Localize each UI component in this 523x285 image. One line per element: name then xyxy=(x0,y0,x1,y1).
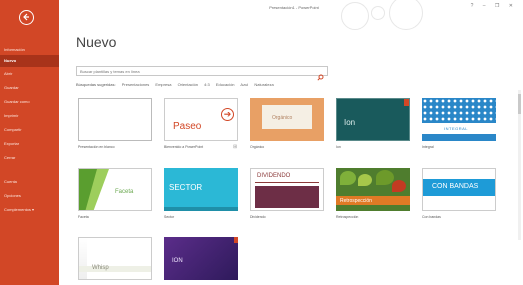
template-dividendo[interactable]: DIVIDENDO xyxy=(250,168,324,211)
template-preview-text: Whisp xyxy=(92,265,109,271)
template-caption: Ion xyxy=(336,145,341,149)
sidebar-item-cuenta[interactable]: Cuenta xyxy=(0,176,59,188)
template-caption: Sector xyxy=(164,215,175,219)
sidebar-item-guardar[interactable]: Guardar xyxy=(0,82,59,94)
suggested-searches-label: Búsquedas sugeridas: xyxy=(76,82,116,87)
sidebar-item-abrir[interactable]: Abrir xyxy=(0,68,59,80)
search-input[interactable] xyxy=(80,68,310,75)
template-blank-presentation[interactable] xyxy=(78,98,152,141)
template-caption: Retrospección xyxy=(336,215,359,219)
suggestion-link[interactable]: Educación xyxy=(216,82,235,87)
accent-strip xyxy=(234,237,238,243)
template-preview-text: Retrospección xyxy=(340,198,372,204)
template-caption: Faceta xyxy=(78,215,89,219)
template-preview-text: SECTOR xyxy=(169,183,203,192)
template-caption: Orgánico xyxy=(250,145,265,149)
template-preview-text: ION xyxy=(172,258,183,264)
arrow-circle-icon: ➔ xyxy=(221,108,234,121)
template-whisp[interactable]: Whisp xyxy=(78,237,152,280)
template-integral[interactable]: INTEGRAL xyxy=(422,98,496,141)
sidebar-item-cerrar[interactable]: Cerrar xyxy=(0,152,59,164)
window-title: Presentación1 - PowerPoint xyxy=(269,5,319,10)
sidebar-item-compartir[interactable]: Compartir xyxy=(0,124,59,136)
template-retrospeccion[interactable]: Retrospección xyxy=(336,168,410,211)
backstage-sidebar: Información Nuevo Abrir Guardar Guardar … xyxy=(0,0,59,285)
title-bar: Presentación1 - PowerPoint ? – ❐ ✕ xyxy=(59,0,523,30)
bottom-stripe xyxy=(164,207,238,211)
search-box[interactable] xyxy=(76,66,328,81)
sidebar-item-imprimir[interactable]: Imprimir xyxy=(0,110,59,122)
suggestion-link[interactable]: 4:3 xyxy=(204,82,210,87)
accent-strip xyxy=(404,99,409,106)
suggestion-link[interactable]: Orientación xyxy=(178,82,198,87)
template-ion-boardroom[interactable]: ION xyxy=(164,237,238,280)
template-preview-text: Faceta xyxy=(115,189,134,195)
leaf-shape xyxy=(340,171,356,185)
suggested-searches: Búsquedas sugeridas: Presentaciones Empr… xyxy=(76,82,279,87)
template-preview-text: Paseo xyxy=(173,121,202,132)
template-paseo[interactable]: Paseo ➔ xyxy=(164,98,238,141)
sidebar-item-nuevo[interactable]: Nuevo xyxy=(0,55,59,67)
template-preview-text: Orgánico xyxy=(272,115,293,121)
template-caption: Bienvenido a PowerPoint xyxy=(164,145,204,149)
template-preview-text: INTEGRAL xyxy=(444,126,469,131)
template-caption: Dividendo xyxy=(250,215,266,219)
whisp-decoration xyxy=(79,238,87,279)
page-title: Nuevo xyxy=(76,34,117,50)
template-caption: Integral xyxy=(422,145,434,149)
suggestion-link[interactable]: Presentaciones xyxy=(122,82,150,87)
decoration-circle xyxy=(389,0,423,30)
sidebar-item-guardar-como[interactable]: Guardar como xyxy=(0,96,59,108)
template-con-bandas[interactable]: CON BANDAS xyxy=(422,168,496,211)
template-faceta[interactable]: Faceta xyxy=(78,168,152,211)
template-organico[interactable]: Orgánico xyxy=(250,98,324,141)
divider-line xyxy=(255,182,319,183)
window-controls[interactable]: ? – ❐ ✕ xyxy=(471,3,517,9)
vertical-scrollbar[interactable] xyxy=(518,90,521,240)
leaf-shape xyxy=(376,170,394,185)
leaf-shape xyxy=(358,174,372,186)
template-preview-text: CON BANDAS xyxy=(432,183,479,190)
template-ion[interactable]: Ion xyxy=(336,98,410,141)
pin-icon[interactable]: ⊞ xyxy=(233,144,237,150)
decoration-circle xyxy=(371,6,385,20)
template-preview-text: Ion xyxy=(344,118,356,127)
template-preview-text: DIVIDENDO xyxy=(257,173,291,179)
leaf-shape xyxy=(392,180,406,192)
template-caption: Presentación en blanco xyxy=(78,145,115,149)
scrollbar-thumb[interactable] xyxy=(518,94,521,114)
pattern-decoration xyxy=(422,98,496,123)
sidebar-item-exportar[interactable]: Exportar xyxy=(0,138,59,150)
back-arrow-icon[interactable] xyxy=(19,10,34,25)
search-icon[interactable] xyxy=(317,68,324,86)
template-caption: Con bandas xyxy=(422,215,441,219)
suggestion-link[interactable]: Azul xyxy=(240,82,248,87)
suggestion-link[interactable]: Naturaleza xyxy=(254,82,273,87)
sidebar-item-opciones[interactable]: Opciones xyxy=(0,190,59,202)
content-block xyxy=(255,186,319,208)
title-band xyxy=(79,266,151,272)
sidebar-item-complementos[interactable]: Complementos ▾ xyxy=(0,204,59,216)
suggestion-link[interactable]: Empresa xyxy=(155,82,171,87)
template-sector[interactable]: SECTOR xyxy=(164,168,238,211)
